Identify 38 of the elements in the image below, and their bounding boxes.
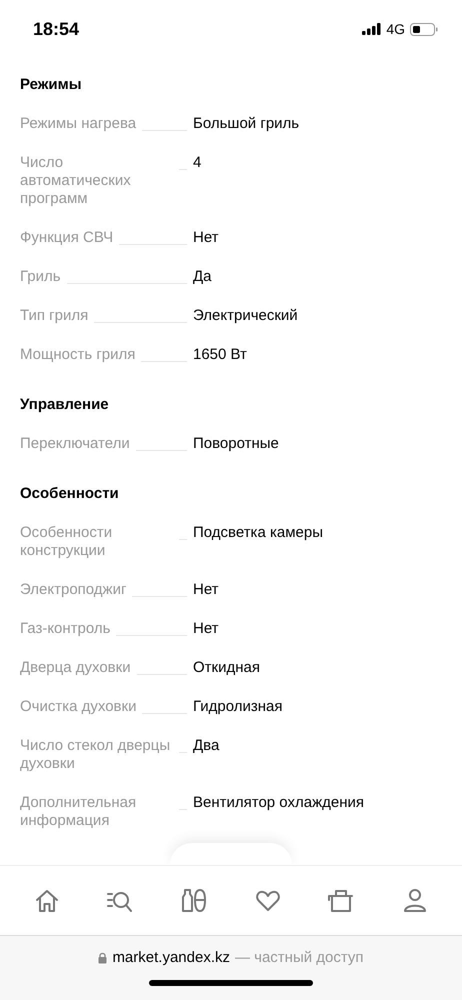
spec-label: Переключатели [20, 435, 130, 453]
spec-value: Большой гриль [193, 115, 300, 133]
section-heading: Особенности [20, 485, 120, 503]
spec-value: Да [193, 268, 213, 286]
network-type: 4G [386, 21, 405, 37]
section-heading: Управление [20, 396, 110, 414]
spec-value: Вентилятор охлаждения [193, 794, 365, 813]
spec-value: Подсветка камеры [193, 524, 324, 543]
spec-value: 4 [193, 154, 202, 173]
spec-label: Газ-контроль [20, 620, 110, 638]
spec-value: Поворотные [193, 435, 280, 453]
lock-icon [98, 952, 108, 964]
spec-value: Нет [193, 229, 220, 247]
private-access-note: — частный доступ [234, 949, 364, 966]
url-domain[interactable]: market.yandex.kz [112, 949, 230, 966]
spec-label: Гриль [20, 268, 61, 286]
spec-value: 1650 Вт [193, 346, 248, 364]
spec-value: Электрический [193, 307, 299, 325]
spec-label: Дополнительная информация [20, 794, 138, 830]
spec-label: Особенности конструкции [20, 524, 114, 560]
spec-label: Тип гриля [20, 307, 88, 325]
spec-label: Число автоматических программ [20, 154, 132, 208]
spec-label: Режимы нагрева [20, 115, 136, 133]
section-heading: Режимы [20, 76, 83, 94]
spec-value: Гидролизная [193, 698, 284, 716]
spec-value: Нет [193, 620, 220, 638]
spec-label: Дверца духовки [20, 659, 131, 677]
spec-label: Электроподжиг [20, 581, 126, 599]
spec-label: Мощность гриля [20, 346, 136, 364]
spec-value: Два [193, 737, 220, 756]
clock-time: 18:54 [33, 18, 80, 40]
spec-label: Число стекол дверцы духовки [20, 737, 172, 773]
signal-icon [362, 23, 382, 35]
battery-icon [410, 22, 438, 36]
spec-value: Нет [193, 581, 220, 599]
spec-label: Очистка духовки [20, 698, 136, 716]
spec-label: Функция СВЧ [20, 229, 114, 247]
spec-value: Откидная [193, 659, 261, 677]
